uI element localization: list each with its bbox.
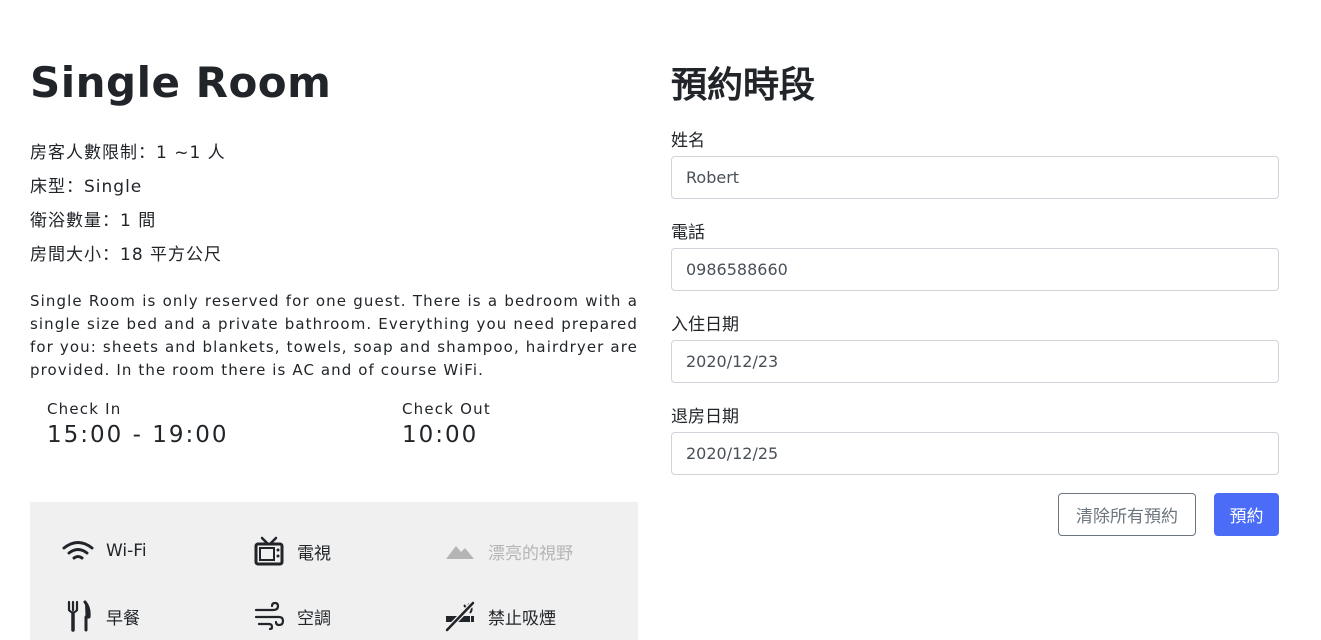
room-title: Single Room (30, 58, 332, 107)
check-out-date-input[interactable] (671, 432, 1279, 475)
room-specs: 房客人數限制：1 ~1 人 床型：Single 衛浴數量：1 間 房間大小：18… (30, 140, 638, 276)
check-in-date-input[interactable] (671, 340, 1279, 383)
booking-form-title: 預約時段 (671, 65, 816, 106)
spec-bed-type: 床型：Single (30, 177, 143, 197)
spec-room-size: 房間大小：18 平方公尺 (30, 245, 223, 265)
amenities-panel: Wi-Fi 電視 漂亮的視野 早餐 空調 禁止吸煙 (30, 502, 638, 640)
spec-guest-limit: 房客人數限制：1 ~1 人 (30, 143, 226, 163)
amenity-label: 漂亮的視野 (488, 543, 573, 564)
tv-icon (251, 534, 287, 568)
amenity-label: Wi-Fi (106, 541, 147, 561)
check-out-info: Check Out 10:00 (402, 400, 491, 448)
amenity-no-smoking: 禁止吸煙 (442, 599, 556, 633)
wifi-icon (60, 534, 96, 568)
fork-knife-icon (60, 599, 96, 633)
name-label: 姓名 (671, 131, 705, 151)
name-input[interactable] (671, 156, 1279, 199)
phone-label: 電話 (671, 223, 705, 243)
clear-all-bookings-button[interactable]: 清除所有預約 (1058, 493, 1196, 536)
room-description: Single Room is only reserved for one gue… (30, 292, 638, 379)
check-out-date-label: 退房日期 (671, 407, 739, 427)
spec-bathrooms: 衛浴數量：1 間 (30, 211, 157, 231)
amenity-label: 早餐 (106, 608, 140, 629)
wind-icon (251, 599, 287, 633)
check-in-time: 15:00 - 19:00 (47, 422, 229, 448)
check-in-info: Check In 15:00 - 19:00 (47, 400, 229, 448)
phone-input[interactable] (671, 248, 1279, 291)
check-out-time: 10:00 (402, 422, 479, 448)
amenity-tv: 電視 (251, 534, 331, 568)
amenity-view: 漂亮的視野 (442, 534, 573, 568)
check-in-date-label: 入住日期 (671, 315, 739, 335)
amenity-wifi: Wi-Fi (60, 534, 147, 568)
amenity-ac: 空調 (251, 599, 331, 633)
amenity-label: 電視 (297, 543, 331, 564)
mountain-view-icon (442, 534, 478, 568)
check-in-label: Check In (47, 400, 122, 418)
book-button[interactable]: 預約 (1214, 493, 1279, 536)
check-out-label: Check Out (402, 400, 491, 418)
amenity-breakfast: 早餐 (60, 599, 140, 633)
amenity-label: 禁止吸煙 (488, 608, 556, 629)
amenity-label: 空調 (297, 608, 331, 629)
no-smoking-icon (442, 599, 478, 633)
